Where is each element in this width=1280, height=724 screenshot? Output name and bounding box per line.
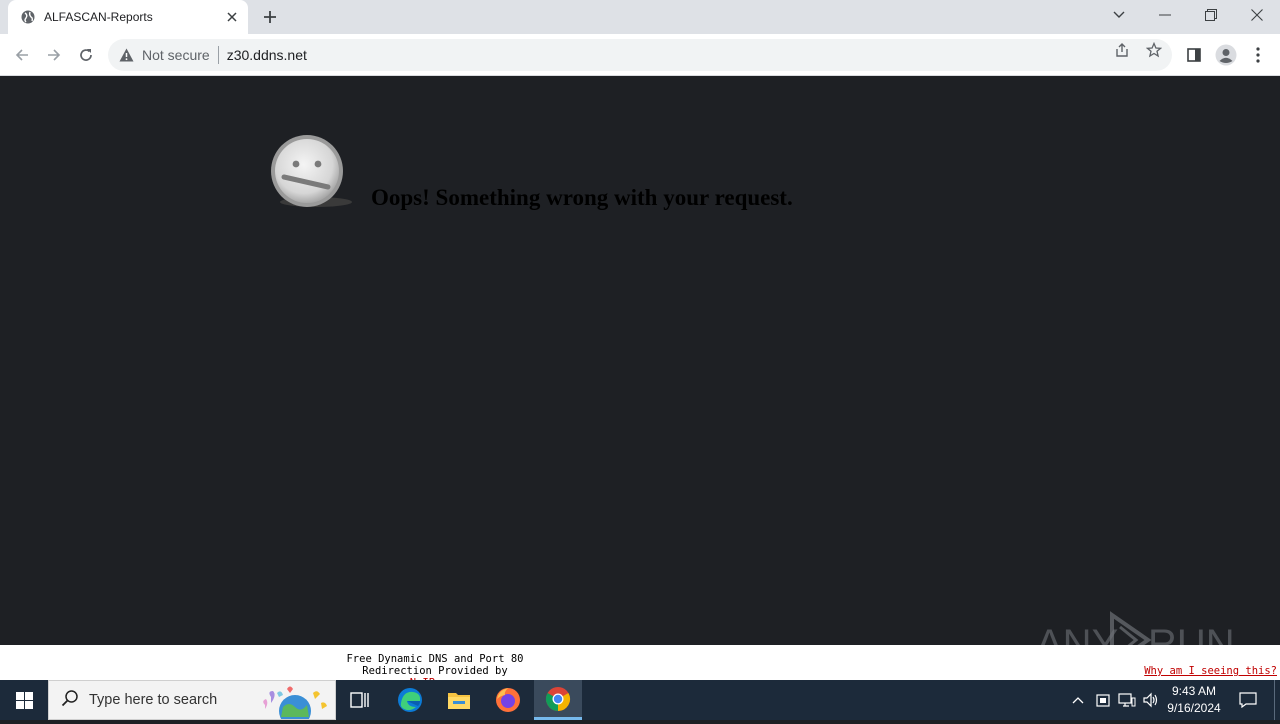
security-label[interactable]: Not secure: [142, 47, 210, 63]
windows-taskbar: Type here to search 9:43 AM 9/16/2024: [0, 680, 1280, 724]
reload-icon[interactable]: [74, 43, 98, 67]
address-bar[interactable]: Not secure z30.ddns.net: [108, 39, 1172, 71]
why-seeing-this-link[interactable]: Why am I seeing this?: [1144, 665, 1277, 677]
browser-toolbar: Not secure z30.ddns.net: [0, 34, 1280, 76]
close-tab-icon[interactable]: [222, 7, 242, 27]
error-message: Oops! Something wrong with your request.: [371, 185, 793, 210]
taskbar-search-box[interactable]: Type here to search: [48, 680, 336, 724]
url-text[interactable]: z30.ddns.net: [227, 47, 307, 63]
file-explorer-icon[interactable]: [435, 680, 483, 720]
menu-dots-icon[interactable]: [1246, 43, 1270, 67]
network-icon[interactable]: [1116, 680, 1138, 720]
show-hidden-icons-chevron[interactable]: [1068, 680, 1088, 720]
edge-icon[interactable]: [386, 680, 434, 720]
profile-avatar-icon[interactable]: [1214, 43, 1238, 67]
minimize-icon[interactable]: [1142, 0, 1188, 30]
bookmark-star-icon[interactable]: [1146, 42, 1162, 58]
meet-now-icon[interactable]: [1092, 680, 1114, 720]
page-content: Oops! Something wrong with your request.…: [0, 77, 1280, 669]
system-clock[interactable]: 9:43 AM 9/16/2024: [1162, 683, 1226, 717]
tab-alfascan[interactable]: ALFASCAN-Reports: [8, 0, 248, 34]
close-window-icon[interactable]: [1234, 0, 1280, 30]
noip-footer: Free Dynamic DNS and Port 80 Redirection…: [0, 645, 1280, 689]
confused-face-icon: [270, 134, 354, 210]
search-highlight-globe-icon: [257, 683, 331, 724]
task-view-icon[interactable]: [336, 680, 384, 720]
volume-icon[interactable]: [1140, 680, 1162, 720]
back-arrow-icon[interactable]: [10, 43, 34, 67]
firefox-icon[interactable]: [484, 680, 532, 720]
clock-date: 9/16/2024: [1167, 701, 1221, 715]
tab-title: ALFASCAN-Reports: [44, 10, 153, 24]
restore-icon[interactable]: [1188, 0, 1234, 30]
show-desktop-button[interactable]: [1274, 680, 1280, 720]
footer-line-1: Free Dynamic DNS and Port 80: [346, 653, 524, 665]
warning-icon[interactable]: [118, 47, 134, 63]
globe-icon: [20, 9, 36, 25]
footer-line-2-text: Redirection Provided by: [362, 665, 508, 677]
share-icon[interactable]: [1114, 42, 1130, 58]
windows-start-icon[interactable]: [0, 680, 48, 720]
search-icon: [61, 689, 79, 712]
clock-time: 9:43 AM: [1171, 684, 1217, 698]
search-placeholder: Type here to search: [89, 692, 218, 708]
notification-icon[interactable]: [1232, 680, 1264, 720]
side-panel-icon[interactable]: [1182, 43, 1206, 67]
tab-search-icon[interactable]: [1096, 0, 1142, 30]
omnibox-divider: [217, 46, 219, 64]
new-tab-button[interactable]: [258, 6, 282, 28]
tab-strip: ALFASCAN-Reports: [0, 0, 1280, 34]
chrome-icon[interactable]: [534, 680, 582, 720]
forward-arrow-icon[interactable]: [42, 43, 66, 67]
